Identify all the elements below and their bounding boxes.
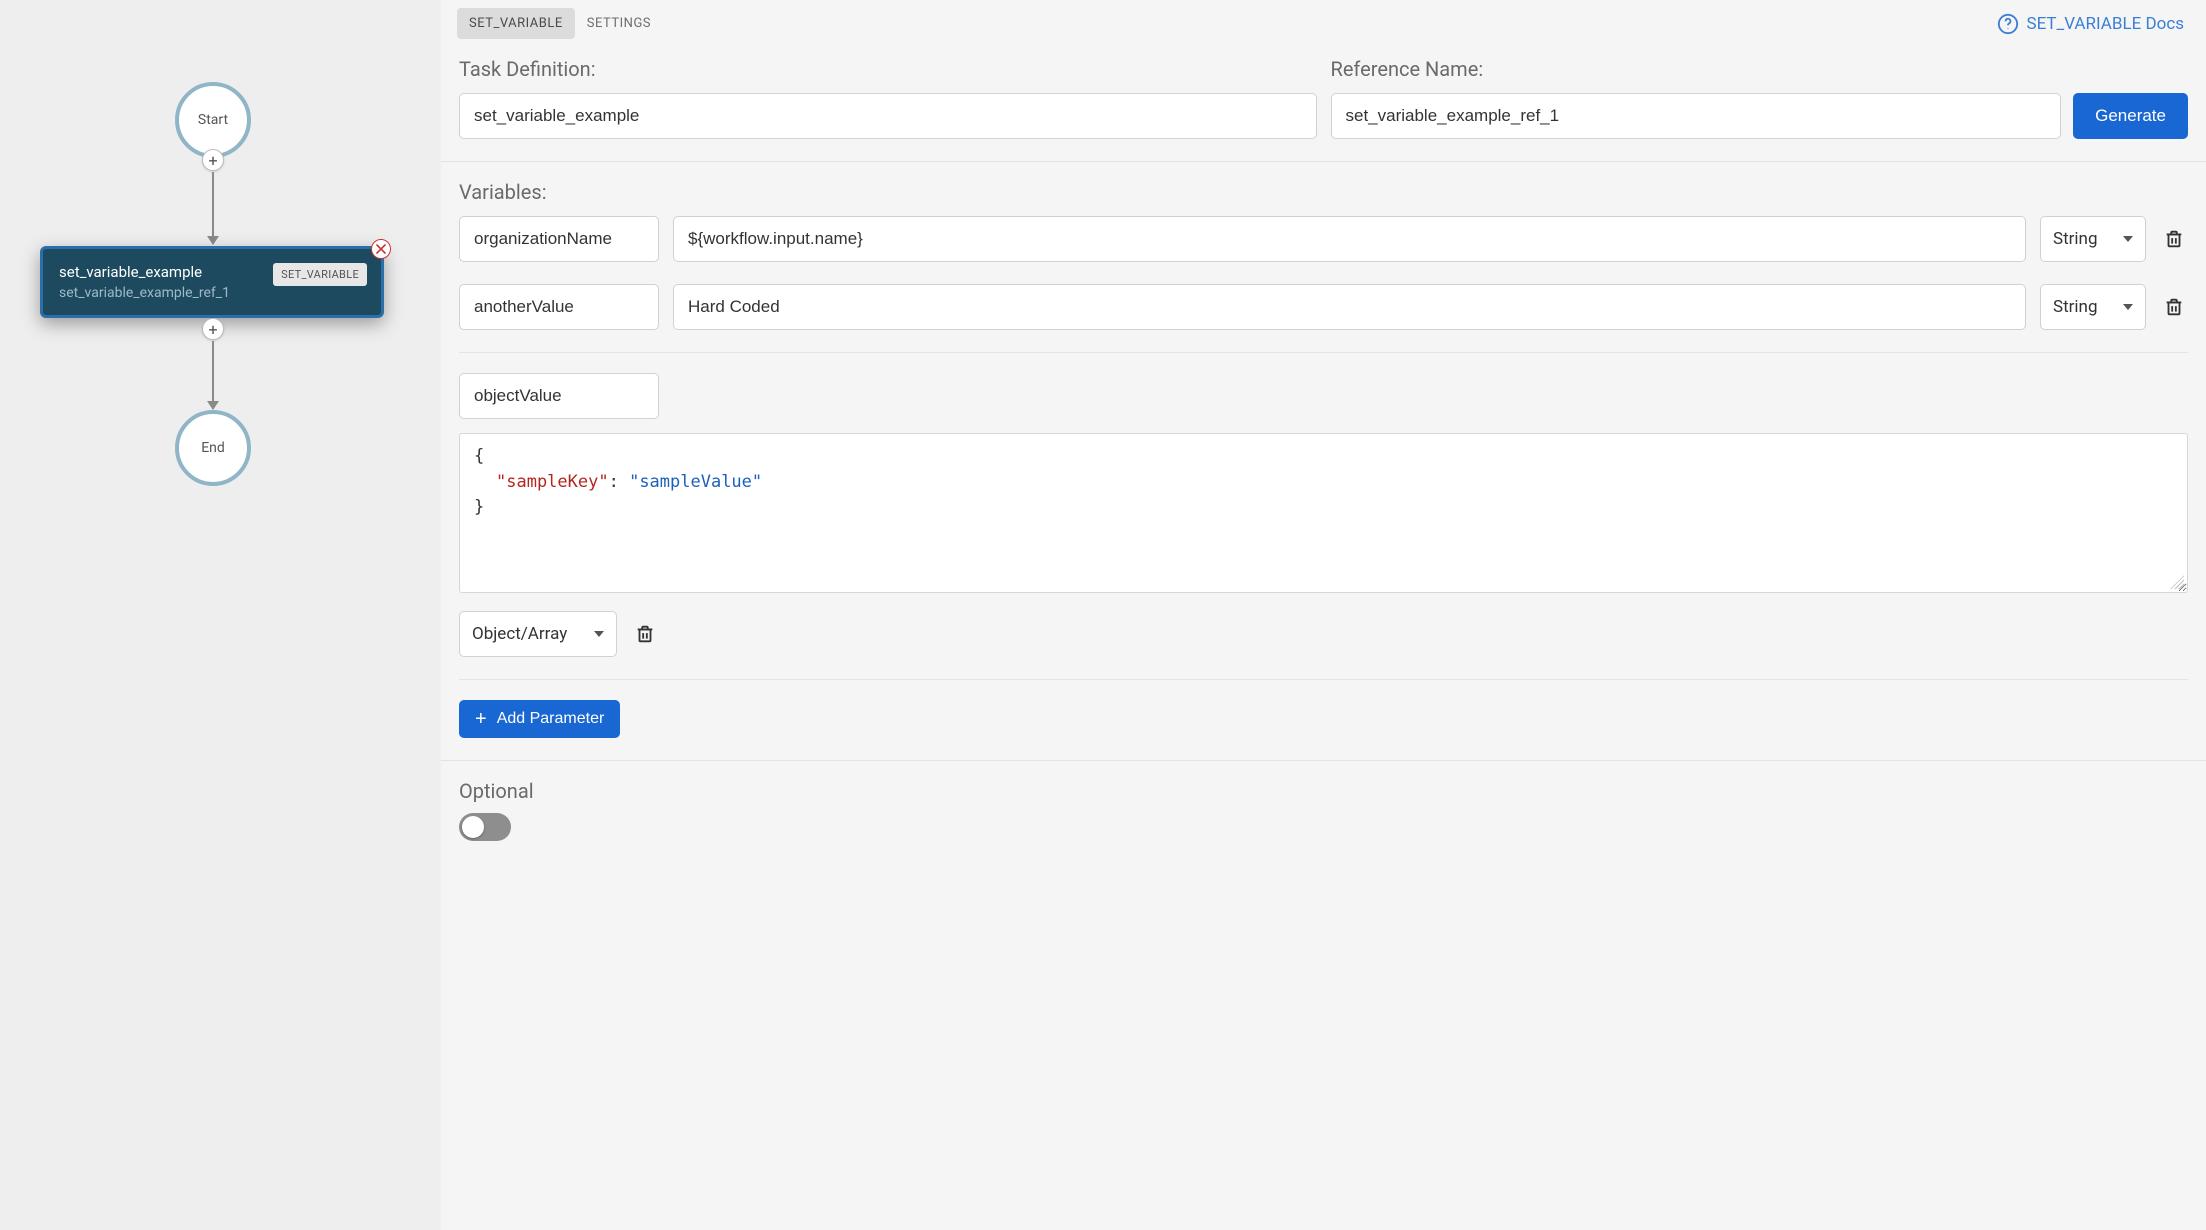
trash-icon <box>634 622 656 646</box>
divider <box>459 679 2188 680</box>
chevron-down-icon <box>2123 304 2133 310</box>
add-node-after-start[interactable]: + <box>202 149 224 171</box>
variable-type-label: String <box>2053 297 2097 317</box>
variable-type-select[interactable]: Object/Array <box>459 611 617 657</box>
variables-label: Variables: <box>459 180 2188 204</box>
task-type-badge: SET_VARIABLE <box>273 263 367 286</box>
toggle-knob <box>462 816 484 838</box>
tab-row: SET_VARIABLE SETTINGS SET_VARIABLE Docs <box>441 0 2206 39</box>
chevron-down-icon <box>594 631 604 637</box>
variable-name-input[interactable] <box>459 216 659 262</box>
plus-icon: + <box>475 709 487 729</box>
docs-link[interactable]: SET_VARIABLE Docs <box>1997 13 2190 35</box>
code-token: { <box>474 446 484 466</box>
task-definition-input[interactable] <box>459 93 1317 139</box>
variable-name-input[interactable] <box>459 373 659 419</box>
variable-delete-button[interactable] <box>2160 225 2188 253</box>
optional-label: Optional <box>459 779 2188 803</box>
reference-name-input[interactable] <box>1331 93 2062 139</box>
add-parameter-label: Add Parameter <box>497 710 605 728</box>
workflow-canvas[interactable]: Start + SET_VARIABLE set_variable_exampl… <box>0 0 440 1230</box>
variable-delete-button[interactable] <box>631 620 659 648</box>
code-token: } <box>474 497 484 517</box>
resize-handle[interactable] <box>2170 575 2184 589</box>
variable-type-select[interactable]: String <box>2040 284 2146 330</box>
section-optional: Optional <box>441 761 2206 863</box>
chevron-down-icon <box>2123 236 2133 242</box>
add-node-after-task[interactable]: + <box>202 318 224 340</box>
variable-name-input[interactable] <box>459 284 659 330</box>
task-definition-label: Task Definition: <box>459 57 1317 81</box>
code-key: "sampleKey" <box>496 472 609 492</box>
trash-icon <box>2163 227 2185 251</box>
section-task-def: Task Definition: Reference Name: Generat… <box>441 39 2206 162</box>
optional-toggle[interactable] <box>459 813 511 841</box>
generate-button[interactable]: Generate <box>2073 93 2188 139</box>
variable-type-label: String <box>2053 229 2097 249</box>
add-parameter-button[interactable]: + Add Parameter <box>459 700 620 738</box>
workflow-end-node[interactable]: End <box>175 410 251 486</box>
variable-type-label: Object/Array <box>472 624 567 644</box>
workflow-task-node[interactable]: SET_VARIABLE set_variable_example set_va… <box>40 246 384 318</box>
variable-row: String <box>459 284 2188 330</box>
task-ref: set_variable_example_ref_1 <box>59 285 365 301</box>
code-value: "sampleValue" <box>629 472 762 492</box>
workflow-end-label: End <box>201 440 225 456</box>
variable-row: Object/Array <box>459 611 2188 657</box>
config-panel: SET_VARIABLE SETTINGS SET_VARIABLE Docs … <box>440 0 2206 1230</box>
tab-set-variable[interactable]: SET_VARIABLE <box>457 8 575 39</box>
help-icon <box>1997 13 2019 35</box>
variable-json-editor[interactable]: { "sampleKey": "sampleValue" } <box>459 433 2188 593</box>
variable-value-input[interactable] <box>673 284 2026 330</box>
workflow-start-label: Start <box>198 112 228 128</box>
task-remove-button[interactable] <box>371 239 391 259</box>
variable-type-select[interactable]: String <box>2040 216 2146 262</box>
tab-settings[interactable]: SETTINGS <box>575 8 663 39</box>
variable-delete-button[interactable] <box>2160 293 2188 321</box>
workflow-start-node[interactable]: Start <box>175 82 251 158</box>
edge-start-to-task <box>212 172 214 244</box>
trash-icon <box>2163 295 2185 319</box>
code-token: : <box>609 472 629 492</box>
section-variables: Variables: String String <box>441 162 2206 761</box>
reference-name-label: Reference Name: <box>1331 57 2189 81</box>
close-icon <box>376 244 386 254</box>
divider <box>459 352 2188 353</box>
variable-value-input[interactable] <box>673 216 2026 262</box>
edge-task-to-end <box>212 341 214 409</box>
variable-row: String <box>459 216 2188 262</box>
docs-link-label: SET_VARIABLE Docs <box>2026 14 2184 34</box>
variable-row <box>459 373 2188 419</box>
